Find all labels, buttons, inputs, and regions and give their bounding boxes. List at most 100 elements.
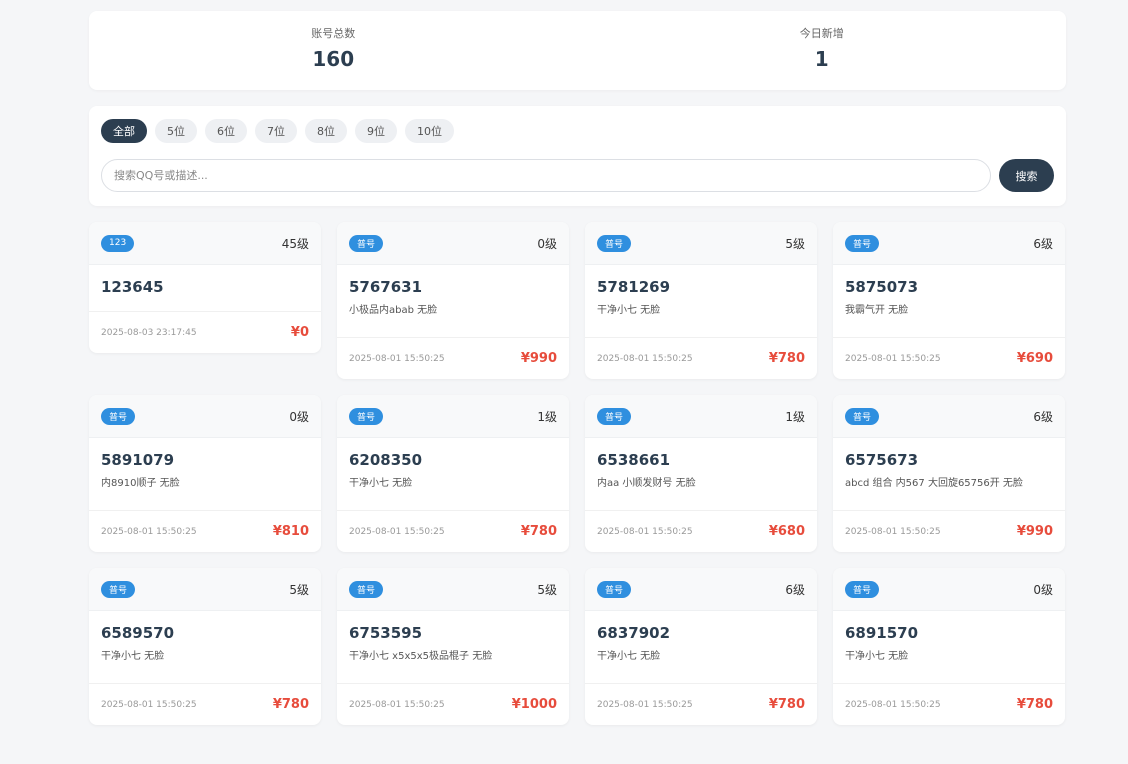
card-header: 普号 1级 (585, 395, 817, 438)
card-header: 普号 5级 (585, 222, 817, 265)
type-badge: 普号 (349, 234, 384, 252)
type-badge: 普号 (845, 234, 880, 252)
card-footer: 2025-08-01 15:50:25 ¥690 (833, 337, 1065, 379)
type-badge: 123 (101, 234, 135, 252)
account-card[interactable]: 普号 1级 6538661 内aa 小顺发财号 无脸 2025-08-01 15:50:… (585, 395, 817, 552)
listing-date: 2025-08-01 15:50:25 (845, 526, 941, 537)
card-footer: 2025-08-01 15:50:25 ¥680 (585, 510, 817, 552)
card-footer: 2025-08-01 15:50:25 ¥990 (337, 337, 569, 379)
listing-date: 2025-08-01 15:50:25 (845, 699, 941, 710)
qq-number: 6891570 (845, 624, 919, 642)
listing-date: 2025-08-01 15:50:25 (597, 526, 693, 537)
card-header: 普号 1级 (337, 395, 569, 438)
card-description: 干净小七 无脸 (845, 651, 909, 662)
account-card[interactable]: 普号 6级 5875073 我霸气开 无脸 2025-08-01 15:50:25 ¥69… (833, 222, 1065, 379)
price: ¥1000 (511, 697, 557, 712)
listing-date: 2025-08-01 15:50:25 (597, 353, 693, 364)
filter-chip[interactable]: 全部 (101, 119, 147, 143)
card-description: 干净小七 无脸 (349, 478, 413, 489)
account-card[interactable]: 普号 5级 6753595 干净小七 x5x5x5极品棍子 无脸 2025-08-01 … (337, 568, 569, 725)
price: ¥990 (1016, 524, 1053, 539)
card-footer: 2025-08-01 15:50:25 ¥780 (585, 337, 817, 379)
page-container: 账号总数 160 今日新增 1 全部 5位 6位 7位 8位 9位 10位 搜索 123 45… (89, 11, 1066, 725)
price: ¥690 (1016, 351, 1053, 366)
account-card[interactable]: 普号 5级 5781269 干净小七 无脸 2025-08-01 15:50:25 ¥78… (585, 222, 817, 379)
qq-number: 5767631 (349, 278, 423, 296)
account-card[interactable]: 123 45级 123645 2025-08-03 23:17:45 ¥0 (89, 222, 321, 353)
card-body: 6753595 干净小七 x5x5x5极品棍子 无脸 (337, 611, 569, 664)
card-description: 干净小七 无脸 (597, 305, 661, 316)
level-label: 5级 (537, 582, 557, 597)
level-label: 6级 (1033, 236, 1053, 251)
filter-chip[interactable]: 10位 (405, 119, 454, 143)
card-description: 我霸气开 无脸 (845, 305, 909, 316)
level-label: 6级 (1033, 409, 1053, 424)
search-input[interactable] (101, 159, 991, 192)
account-card[interactable]: 普号 5级 6589570 干净小七 无脸 2025-08-01 15:50:25 ¥78… (89, 568, 321, 725)
listing-date: 2025-08-01 15:50:25 (597, 699, 693, 710)
qq-number: 6589570 (101, 624, 175, 642)
listing-date: 2025-08-01 15:50:25 (349, 526, 445, 537)
listing-date: 2025-08-01 15:50:25 (349, 699, 445, 710)
stat-total-value: 160 (312, 47, 355, 71)
card-footer: 2025-08-01 15:50:25 ¥990 (833, 510, 1065, 552)
filter-panel: 全部 5位 6位 7位 8位 9位 10位 搜索 (89, 106, 1066, 206)
account-card[interactable]: 普号 0级 6891570 干净小七 无脸 2025-08-01 15:50:25 ¥78… (833, 568, 1065, 725)
card-body: 5781269 干净小七 无脸 (585, 265, 817, 318)
account-card[interactable]: 普号 1级 6208350 干净小七 无脸 2025-08-01 15:50:25 ¥78… (337, 395, 569, 552)
level-label: 5级 (289, 582, 309, 597)
filter-chip[interactable]: 6位 (205, 119, 247, 143)
listing-date: 2025-08-01 15:50:25 (101, 526, 197, 537)
price: ¥780 (272, 697, 309, 712)
filter-chip[interactable]: 5位 (155, 119, 197, 143)
card-body: 6538661 内aa 小顺发财号 无脸 (585, 438, 817, 491)
account-card[interactable]: 普号 0级 5767631 小极品内abab 无脸 2025-08-01 15:50:2… (337, 222, 569, 379)
card-header: 普号 6级 (833, 222, 1065, 265)
type-badge: 普号 (597, 234, 632, 252)
price: ¥0 (290, 325, 309, 340)
filter-chip[interactable]: 9位 (355, 119, 397, 143)
search-button[interactable]: 搜索 (999, 159, 1054, 192)
account-card[interactable]: 普号 6级 6837902 干净小七 无脸 2025-08-01 15:50:25 ¥78… (585, 568, 817, 725)
card-body: 6575673 abcd 组合 内567 大回旋65756开 无脸 (833, 438, 1065, 491)
card-body: 6208350 干净小七 无脸 (337, 438, 569, 491)
account-card[interactable]: 普号 6级 6575673 abcd 组合 内567 大回旋65756开 无脸 2025… (833, 395, 1065, 552)
card-description: 内aa 小顺发财号 无脸 (597, 478, 696, 489)
qq-number: 5891079 (101, 451, 175, 469)
level-label: 0级 (289, 409, 309, 424)
type-badge: 普号 (101, 580, 136, 598)
type-badge: 普号 (597, 580, 632, 598)
card-footer: 2025-08-01 15:50:25 ¥780 (833, 683, 1065, 725)
listing-date: 2025-08-01 15:50:25 (845, 353, 941, 364)
stats-panel: 账号总数 160 今日新增 1 (89, 11, 1066, 90)
type-badge: 普号 (349, 580, 384, 598)
price: ¥810 (272, 524, 309, 539)
card-footer: 2025-08-01 15:50:25 ¥810 (89, 510, 321, 552)
filter-chip[interactable]: 8位 (305, 119, 347, 143)
qq-number: 6753595 (349, 624, 423, 642)
level-label: 1级 (537, 409, 557, 424)
card-header: 普号 6级 (833, 395, 1065, 438)
card-header: 普号 6级 (585, 568, 817, 611)
price: ¥780 (768, 697, 805, 712)
listing-date: 2025-08-03 23:17:45 (101, 327, 197, 338)
type-badge: 普号 (101, 407, 136, 425)
card-footer: 2025-08-01 15:50:25 ¥780 (337, 510, 569, 552)
filter-chip[interactable]: 7位 (255, 119, 297, 143)
type-badge: 普号 (349, 407, 384, 425)
card-header: 普号 0级 (833, 568, 1065, 611)
card-description: abcd 组合 内567 大回旋65756开 无脸 (845, 478, 1023, 489)
stat-today: 今日新增 1 (578, 11, 1067, 90)
filter-chips: 全部 5位 6位 7位 8位 9位 10位 (101, 119, 1054, 143)
account-grid: 123 45级 123645 2025-08-03 23:17:45 ¥0 普号 0级 576… (89, 222, 1066, 725)
level-label: 0级 (1033, 582, 1053, 597)
level-label: 0级 (537, 236, 557, 251)
account-card[interactable]: 普号 0级 5891079 内8910顺子 无脸 2025-08-01 15:50:25… (89, 395, 321, 552)
type-badge: 普号 (845, 407, 880, 425)
search-row: 搜索 (101, 159, 1054, 192)
card-body: 123645 (89, 265, 321, 297)
card-header: 普号 5级 (337, 568, 569, 611)
qq-number: 5781269 (597, 278, 671, 296)
card-body: 5875073 我霸气开 无脸 (833, 265, 1065, 318)
price: ¥780 (768, 351, 805, 366)
